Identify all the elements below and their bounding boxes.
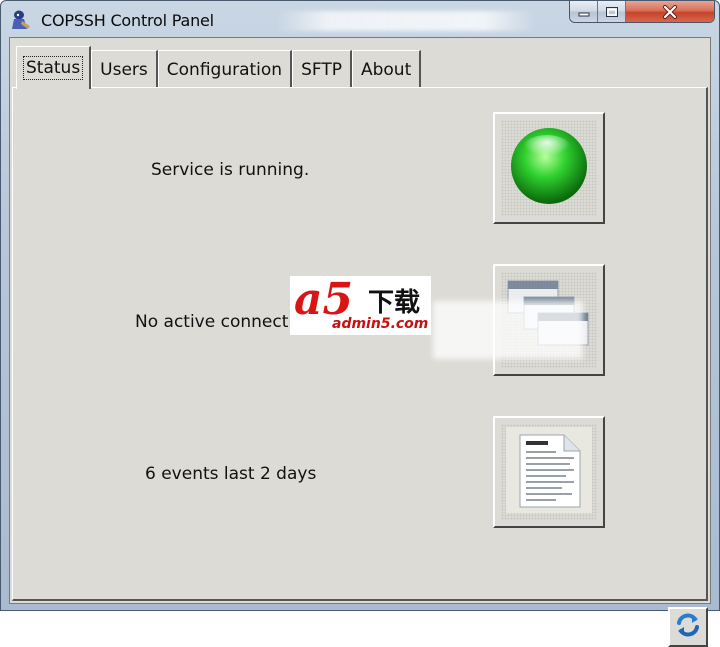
tab-about-label: About [360, 59, 412, 80]
caption-buttons [569, 1, 715, 23]
tab-configuration-label: Configuration [166, 59, 283, 80]
tab-users-label: Users [100, 59, 148, 80]
watermark-url: admin5.com [332, 316, 429, 332]
tab-strip: Status Users Configuration SFTP About [16, 46, 422, 89]
redaction-smudge [433, 301, 583, 359]
minimize-button[interactable] [570, 1, 598, 22]
title-redaction [276, 11, 536, 31]
window-title: COPSSH Control Panel [41, 11, 214, 30]
service-status-text: Service is running. [151, 160, 310, 180]
maximize-icon [605, 6, 619, 18]
tab-sftp-label: SFTP [301, 59, 342, 80]
tab-sftp[interactable]: SFTP [292, 50, 352, 88]
refresh-button[interactable] [668, 607, 708, 647]
title-bar[interactable]: COPSSH Control Panel [1, 1, 719, 37]
service-status-button-face [501, 120, 597, 216]
close-icon [662, 4, 678, 19]
refresh-icon [674, 611, 702, 643]
tab-status[interactable]: Status [16, 46, 92, 89]
site-watermark: a5 下载 admin5.com [290, 276, 431, 335]
events-status-button[interactable] [493, 416, 605, 528]
tab-about[interactable]: About [351, 50, 422, 88]
app-window: COPSSH Control Panel Status Users Config… [0, 0, 720, 647]
document-icon [506, 427, 592, 517]
tab-users[interactable]: Users [91, 50, 158, 88]
tab-status-label: Status [22, 56, 84, 80]
copssh-app-icon [10, 9, 32, 31]
maximize-button[interactable] [598, 1, 626, 22]
events-status-button-face [501, 424, 597, 520]
close-button[interactable] [626, 1, 714, 22]
tab-configuration[interactable]: Configuration [157, 50, 293, 88]
service-status-button[interactable] [493, 112, 605, 224]
connections-status-text: No active connectio [135, 312, 304, 332]
status-tab-panel: Service is running. No active connectio … [12, 87, 708, 647]
minimize-icon [578, 7, 590, 17]
watermark-chinese: 下载 [368, 288, 421, 318]
green-status-light-icon [509, 126, 589, 210]
events-status-text: 6 events last 2 days [145, 464, 317, 484]
